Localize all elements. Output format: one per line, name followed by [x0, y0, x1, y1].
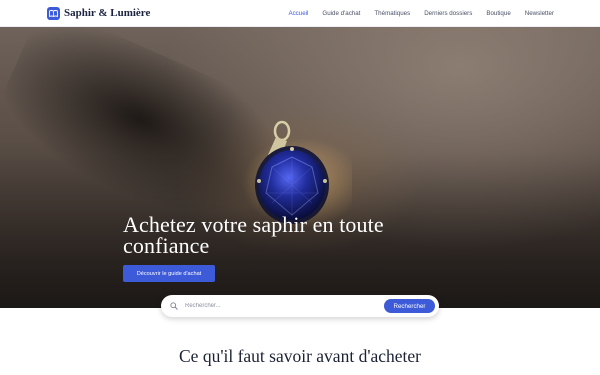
brand-name: Saphir & Lumière: [64, 7, 151, 19]
hero-title: Achetez votre saphir en toute confiance: [123, 212, 384, 258]
hero-banner: Achetez votre saphir en toute confiance …: [0, 27, 600, 308]
nav-item-thematiques[interactable]: Thématiques: [374, 10, 410, 17]
brand[interactable]: Saphir & Lumière: [47, 6, 151, 20]
open-book-icon: [47, 6, 60, 20]
nav-item-newsletter[interactable]: Newsletter: [525, 10, 554, 17]
nav-item-derniers-dossiers[interactable]: Derniers dossiers: [424, 10, 472, 17]
buying-guide-button[interactable]: Découvrir le guide d'achat: [123, 265, 215, 282]
search-button[interactable]: Rechercher: [384, 299, 435, 313]
search-input[interactable]: [185, 303, 384, 309]
search-bar: Rechercher: [161, 295, 439, 317]
search-icon: [170, 302, 179, 311]
site-header: Saphir & Lumière Accueil Guide d'achat T…: [0, 0, 600, 27]
hero-overlay: [0, 27, 600, 308]
main-nav: Accueil Guide d'achat Thématiques Dernie…: [288, 10, 554, 17]
nav-item-boutique[interactable]: Boutique: [486, 10, 510, 17]
nav-item-accueil[interactable]: Accueil: [288, 10, 308, 17]
section-title: Ce qu'il faut savoir avant d'acheter: [179, 346, 421, 366]
nav-item-guide-achat[interactable]: Guide d'achat: [322, 10, 360, 17]
